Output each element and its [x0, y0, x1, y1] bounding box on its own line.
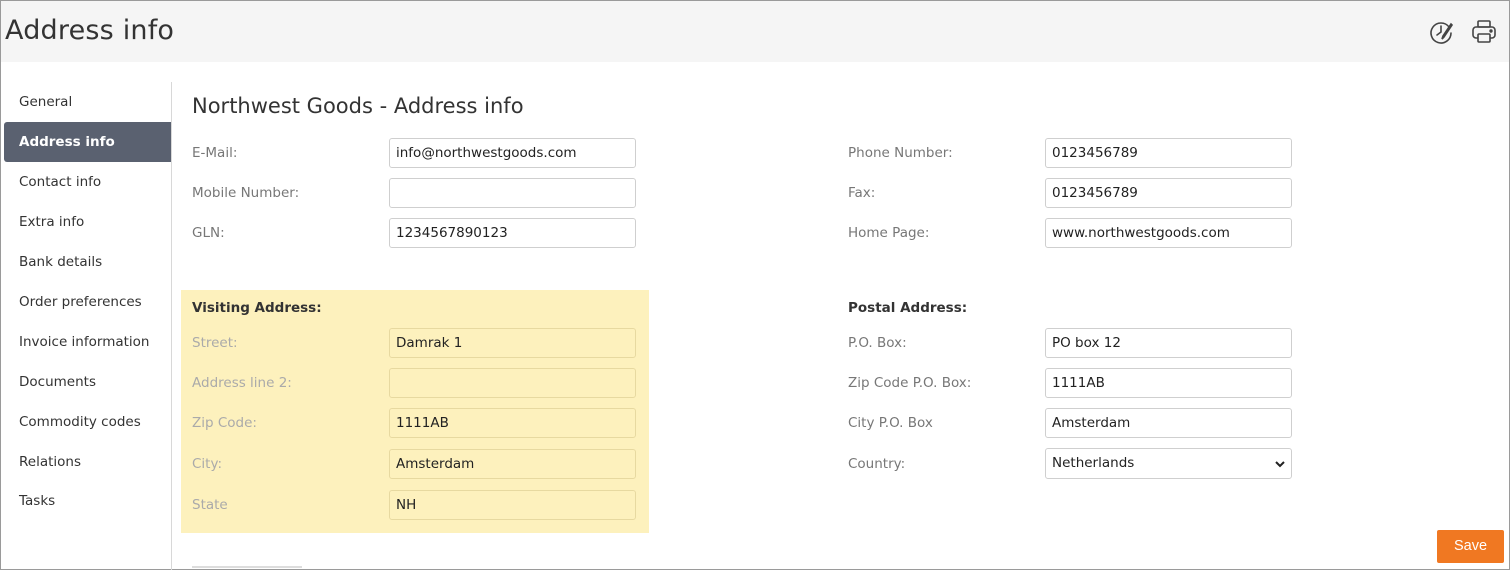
gln-field[interactable] [389, 218, 636, 248]
homepage-label: Home Page: [848, 225, 930, 241]
divider [192, 566, 302, 568]
po-zip-label: Zip Code P.O. Box: [848, 375, 972, 391]
sidebar-item-general[interactable]: General [4, 82, 171, 122]
email-field[interactable] [389, 138, 636, 168]
sidebar-item-tasks[interactable]: Tasks [4, 481, 171, 521]
zip-code-field[interactable] [389, 408, 636, 438]
state-field[interactable] [389, 490, 636, 520]
header-bar: Address info [1, 1, 1509, 62]
zip-code-label: Zip Code: [192, 415, 257, 431]
email-label: E-Mail: [192, 145, 238, 161]
gln-label: GLN: [192, 225, 225, 241]
po-zip-field[interactable] [1045, 368, 1292, 398]
chevron-down-icon [1275, 461, 1285, 468]
sidebar-item-bank-details[interactable]: Bank details [4, 242, 171, 282]
page-title: Address info [5, 15, 175, 46]
sidebar-nav: General Address info Contact info Extra … [4, 82, 172, 570]
fax-field[interactable] [1045, 178, 1292, 208]
section-title: Northwest Goods - Address info [192, 94, 524, 118]
mobile-label: Mobile Number: [192, 185, 300, 201]
printer-icon[interactable] [1470, 18, 1498, 46]
visiting-address-heading: Visiting Address: [192, 300, 322, 316]
country-select-value: Netherlands [1052, 455, 1135, 471]
country-label: Country: [848, 456, 906, 472]
sidebar-item-address-info[interactable]: Address info [4, 122, 171, 162]
city-field[interactable] [389, 449, 636, 479]
address-line2-field[interactable] [389, 368, 636, 398]
street-field[interactable] [389, 328, 636, 358]
sidebar-item-contact-info[interactable]: Contact info [4, 162, 171, 202]
street-label: Street: [192, 335, 238, 351]
clock-edit-icon[interactable] [1427, 18, 1455, 46]
po-box-label: P.O. Box: [848, 335, 907, 351]
po-city-label: City P.O. Box [848, 415, 933, 431]
postal-address-heading: Postal Address: [848, 300, 968, 316]
sidebar-item-documents[interactable]: Documents [4, 362, 171, 402]
country-select[interactable]: Netherlands [1045, 448, 1292, 479]
phone-field[interactable] [1045, 138, 1292, 168]
fax-label: Fax: [848, 185, 876, 201]
address-line2-label: Address line 2: [192, 375, 292, 391]
po-city-field[interactable] [1045, 408, 1292, 438]
sidebar-item-commodity-codes[interactable]: Commodity codes [4, 402, 171, 442]
sidebar-item-relations[interactable]: Relations [4, 442, 171, 482]
save-button[interactable]: Save [1437, 530, 1504, 563]
city-label: City: [192, 456, 223, 472]
phone-label: Phone Number: [848, 145, 953, 161]
po-box-field[interactable] [1045, 328, 1292, 358]
mobile-field[interactable] [389, 178, 636, 208]
state-label: State [192, 497, 228, 513]
sidebar-item-order-preferences[interactable]: Order preferences [4, 282, 171, 322]
sidebar-item-invoice-information[interactable]: Invoice information [4, 322, 171, 362]
homepage-field[interactable] [1045, 218, 1292, 248]
sidebar-item-extra-info[interactable]: Extra info [4, 202, 171, 242]
